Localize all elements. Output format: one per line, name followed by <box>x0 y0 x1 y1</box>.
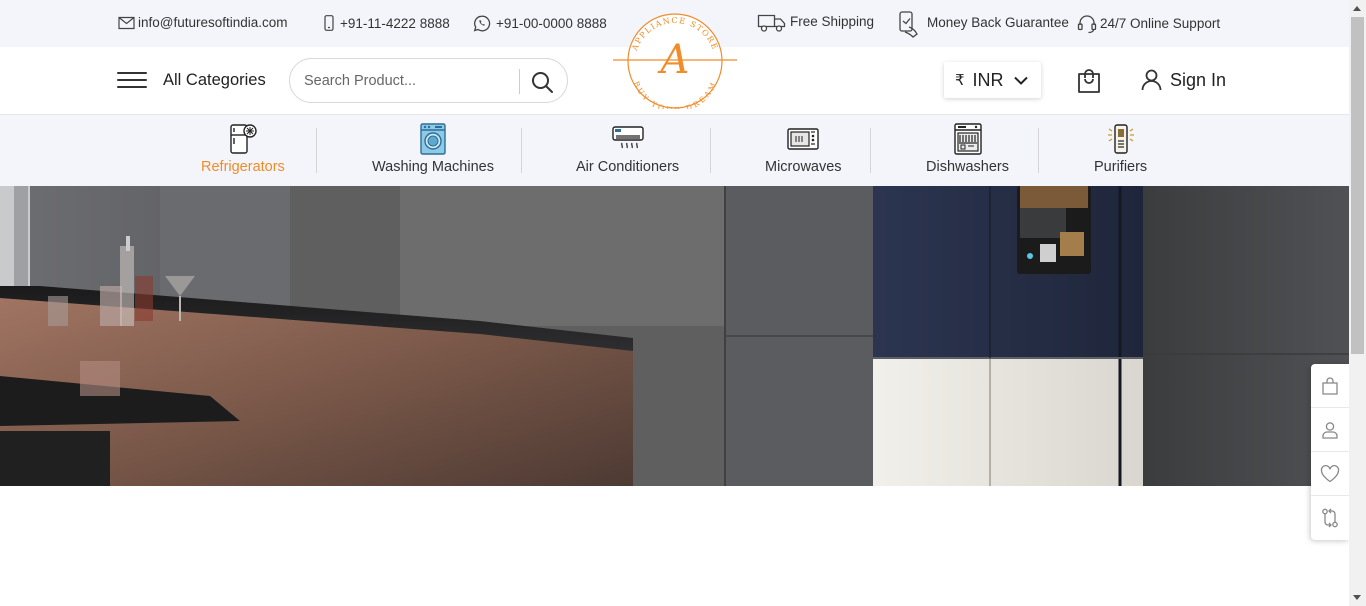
category-label: Refrigerators <box>201 159 285 175</box>
microwave-icon <box>787 128 819 150</box>
mail-icon <box>118 16 135 29</box>
dishwasher-icon <box>953 123 982 155</box>
category-label: Microwaves <box>765 159 842 175</box>
whatsapp-link[interactable]: +91-00-0000 8888 <box>473 15 607 32</box>
all-categories-link[interactable]: All Categories <box>163 71 266 90</box>
scrollbar-thumb[interactable] <box>1351 17 1364 354</box>
shopping-bag-icon <box>1322 376 1338 395</box>
currency-selector[interactable]: ₹ INR <box>944 62 1041 98</box>
email-text: info@futuresoftindia.com <box>138 15 288 30</box>
search-divider <box>519 69 520 94</box>
category-dishwashers[interactable]: Dishwashers <box>926 123 1009 175</box>
logo-letter: A <box>657 37 690 83</box>
category-washing-machines[interactable]: Washing Machines <box>372 123 494 175</box>
phone-link[interactable]: +91-11-4222 8888 <box>323 15 450 31</box>
headset-icon <box>1077 15 1097 34</box>
compare-sidebar-button[interactable] <box>1311 496 1349 540</box>
user-icon <box>1322 421 1338 439</box>
category-divider <box>870 128 871 173</box>
whatsapp-icon <box>473 15 491 32</box>
category-divider <box>710 128 711 173</box>
cart-sidebar-button[interactable] <box>1311 364 1349 408</box>
email-link[interactable]: info@futuresoftindia.com <box>118 15 288 30</box>
category-divider <box>316 128 317 173</box>
online-support-text: 24/7 Online Support <box>1100 15 1221 31</box>
heart-icon <box>1320 464 1340 482</box>
rupee-symbol: ₹ <box>955 72 965 89</box>
search-bar <box>289 58 568 103</box>
category-label: Washing Machines <box>372 159 494 175</box>
category-label: Air Conditioners <box>576 159 680 175</box>
category-label: Dishwashers <box>926 159 1009 175</box>
category-purifiers[interactable]: Purifiers <box>1094 123 1147 175</box>
search-input[interactable] <box>304 70 514 92</box>
category-divider <box>1038 128 1039 173</box>
category-air-conditioners[interactable]: Air Conditioners <box>576 123 679 175</box>
compare-icon <box>1322 508 1338 528</box>
wishlist-sidebar-button[interactable] <box>1311 452 1349 496</box>
mobile-phone-icon <box>324 15 334 31</box>
scroll-down-arrow[interactable] <box>1353 595 1361 600</box>
money-back-icon <box>899 11 918 38</box>
page: info@futuresoftindia.com +91-11-4222 888… <box>0 0 1366 606</box>
menu-icon[interactable] <box>117 72 147 90</box>
air-conditioner-icon <box>611 126 644 149</box>
purifier-icon <box>1107 124 1134 154</box>
online-support-info: 24/7 Online Support <box>1077 14 1220 34</box>
category-nav: Refrigerators Washing Machines Air Condi… <box>0 115 1349 186</box>
truck-icon <box>757 14 786 32</box>
hero-banner-image <box>0 186 1349 486</box>
category-refrigerators[interactable]: Refrigerators <box>201 123 285 175</box>
shopping-bag-icon[interactable] <box>1077 68 1101 94</box>
vertical-scrollbar[interactable] <box>1349 0 1366 606</box>
washing-machine-icon <box>420 123 446 155</box>
free-shipping-info: Free Shipping <box>757 13 874 33</box>
chevron-down-icon <box>1013 76 1028 85</box>
phone-text: +91-11-4222 8888 <box>340 15 450 31</box>
category-label: Purifiers <box>1094 159 1148 175</box>
currency-label: INR <box>972 69 1004 90</box>
user-icon <box>1141 69 1162 91</box>
whatsapp-text: +91-00-0000 8888 <box>496 16 607 31</box>
category-microwaves[interactable]: Microwaves <box>765 123 842 175</box>
sign-in-text: Sign In <box>1170 69 1227 90</box>
account-sidebar-button[interactable] <box>1311 408 1349 452</box>
money-back-info: Money Back Guarantee <box>897 11 1069 38</box>
refrigerator-icon <box>230 124 257 154</box>
free-shipping-text: Free Shipping <box>790 14 875 29</box>
money-back-text: Money Back Guarantee <box>927 15 1069 30</box>
category-divider <box>521 128 522 173</box>
store-logo[interactable]: APPLIANCE STORE BUY YOUR DREAM A <box>613 11 737 109</box>
scroll-up-arrow[interactable] <box>1353 6 1361 11</box>
floating-action-bar <box>1311 364 1349 540</box>
search-icon[interactable] <box>530 70 554 94</box>
sign-in-link[interactable]: Sign In <box>1141 69 1226 91</box>
